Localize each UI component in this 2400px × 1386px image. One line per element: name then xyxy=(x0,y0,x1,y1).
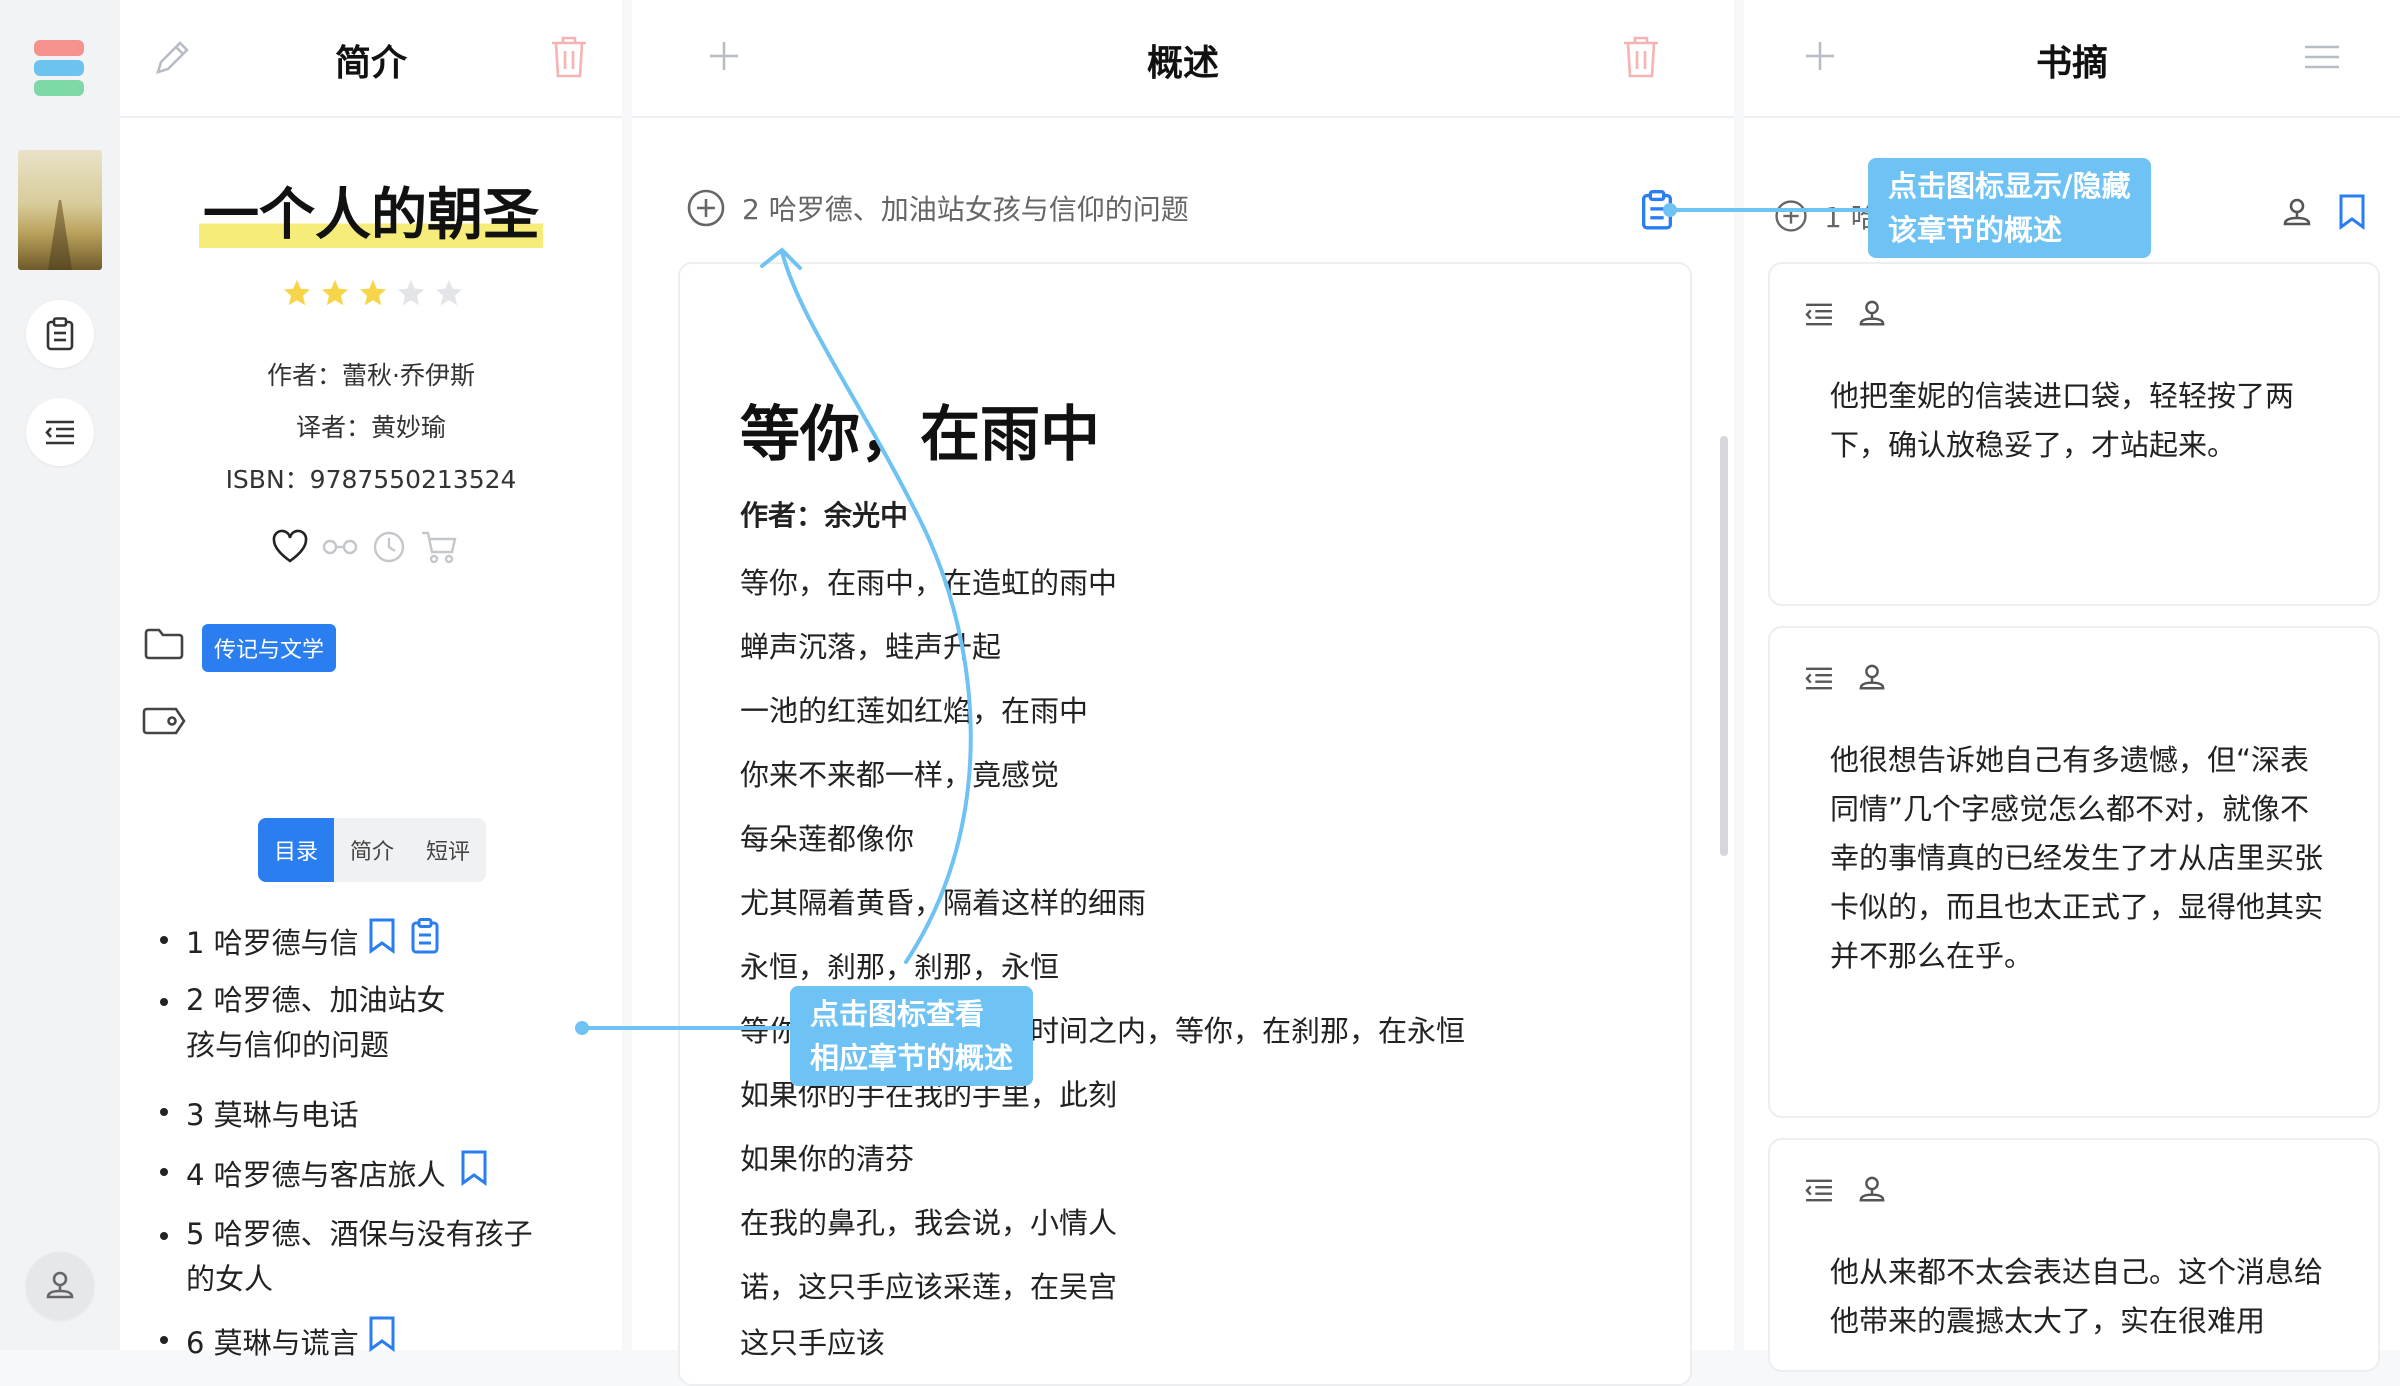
list-indent-icon[interactable] xyxy=(1804,302,1834,326)
chapter-summary-icon[interactable] xyxy=(410,918,440,954)
clock-icon[interactable] xyxy=(372,530,406,564)
trash-icon xyxy=(1624,36,1658,78)
location-filter-icon[interactable] xyxy=(2282,196,2312,230)
star-filled-icon[interactable] xyxy=(282,278,312,308)
poem-line: 在我的鼻孔，我会说，小情人 xyxy=(740,1206,1118,1240)
bookmark-icon[interactable] xyxy=(368,1316,396,1352)
label-tag-icon[interactable] xyxy=(142,706,186,736)
book-isbn: ISBN：9787550213524 xyxy=(225,465,517,494)
clipboard-icon xyxy=(46,317,74,351)
poem-line: 你来不来都一样，竟感觉 xyxy=(740,758,1060,792)
clipboard-icon xyxy=(1642,190,1672,230)
poem-line: 尤其隔着黄昏，隔着这样的细雨 xyxy=(740,886,1147,920)
list-indent-icon[interactable] xyxy=(1804,666,1834,690)
note-card[interactable]: 他从来都不太会表达自己。这个消息给他带来的震撼太大了，实在很难用 xyxy=(1768,1138,2380,1372)
toc-item-3[interactable]: 3 莫琳与电话 xyxy=(160,1092,359,1134)
note-text: 他从来都不太会表达自己。这个消息给他带来的震撼太大了，实在很难用 xyxy=(1830,1255,2324,1338)
toc-item-6[interactable]: 6 莫琳与谎言 xyxy=(160,1320,359,1362)
toc-item-5[interactable]: 5 哈罗德、酒保与没有孩子的女人 xyxy=(160,1212,540,1302)
poem-title: 等你，在雨中 xyxy=(740,400,1100,470)
star-filled-icon[interactable] xyxy=(320,278,350,308)
poem-line: 这只手应该 xyxy=(740,1326,886,1360)
book-actions xyxy=(272,529,458,564)
book-cover-thumbnail[interactable] xyxy=(18,150,102,270)
poem-line: 如果你的清芬 xyxy=(740,1142,915,1176)
summary-panel-header: 概述 xyxy=(632,0,1734,118)
menu-icon xyxy=(2305,45,2339,69)
add-circle-icon xyxy=(1775,200,1807,232)
category-tag[interactable]: 传记与文学 xyxy=(202,624,337,672)
bookmark-filter-icon[interactable] xyxy=(2338,194,2366,230)
bookmark-icon[interactable] xyxy=(368,918,396,954)
intro-panel-header: 简介 xyxy=(120,0,622,118)
poem-line: 每朵莲都像你 xyxy=(740,822,915,856)
poem-line: 永恒，刹那，刹那，永恒 xyxy=(740,950,1060,984)
tab-toc[interactable]: 目录 xyxy=(258,818,335,882)
poem-author: 作者：余光中 xyxy=(740,499,909,532)
book-author: 作者：蕾秋·乔伊斯 xyxy=(267,361,475,390)
summary-scrollbar[interactable] xyxy=(1720,436,1728,856)
location-pin-icon[interactable] xyxy=(1858,1174,1886,1206)
rating-stars[interactable] xyxy=(282,278,464,308)
notes-menu-button[interactable] xyxy=(2304,44,2340,70)
note-text: 他很想告诉她自己有多遗憾，但“深表同情”几个字感觉怎么都不对，就像不幸的事情真的… xyxy=(1830,743,2324,973)
location-pin-icon[interactable] xyxy=(1858,298,1886,330)
toc-item-1[interactable]: 1 哈罗德与信 xyxy=(160,920,359,962)
app-sidebar xyxy=(0,0,120,1350)
delete-summary-button[interactable] xyxy=(1622,36,1660,78)
summary-nav-button[interactable] xyxy=(26,300,94,368)
tab-reviews[interactable]: 短评 xyxy=(410,818,486,882)
intro-panel-title: 简介 xyxy=(334,43,407,84)
poem-line: 诺，这只手应该采莲，在吴宫 xyxy=(740,1270,1118,1304)
add-circle-icon xyxy=(687,189,725,227)
star-filled-icon[interactable] xyxy=(358,278,388,308)
star-empty-icon[interactable] xyxy=(434,278,464,308)
app-logo-icon xyxy=(34,40,84,106)
poem-line: 等你，在雨中，在造虹的雨中 xyxy=(740,566,1118,600)
heart-icon[interactable] xyxy=(272,529,308,563)
toc-item-4[interactable]: 4 哈罗德与客店旅人 xyxy=(160,1152,446,1194)
star-empty-icon[interactable] xyxy=(396,278,426,308)
note-text: 他把奎妮的信装进口袋，轻轻按了两下，确认放稳妥了，才站起来。 xyxy=(1830,379,2295,462)
notes-panel-header: 书摘 xyxy=(1744,0,2400,118)
list-indent-icon[interactable] xyxy=(1804,1178,1834,1202)
bookmark-icon[interactable] xyxy=(460,1150,488,1186)
user-account-button[interactable] xyxy=(26,1252,94,1320)
summary-panel-title: 概述 xyxy=(1146,43,1219,84)
delete-book-button[interactable] xyxy=(550,36,588,78)
glasses-icon[interactable] xyxy=(322,537,358,557)
folder-icon[interactable] xyxy=(144,628,184,660)
book-translator: 译者：黄妙瑜 xyxy=(295,413,446,442)
summary-chapter-header[interactable]: 2 哈罗德、加油站女孩与信仰的问题 xyxy=(686,188,1189,228)
note-card[interactable]: 他把奎妮的信装进口袋，轻轻按了两下，确认放稳妥了，才站起来。 xyxy=(1768,262,2380,606)
note-card[interactable]: 他很想告诉她自己有多遗憾，但“深表同情”几个字感觉怎么都不对，就像不幸的事情真的… xyxy=(1768,626,2380,1118)
tooltip-view-summary: 点击图标查看 相应章节的概述 xyxy=(790,986,1034,1086)
tab-intro[interactable]: 简介 xyxy=(334,818,410,882)
poem-line: 蝉声沉落，蛙声升起 xyxy=(740,630,1002,664)
intro-tabs: 目录 简介 短评 xyxy=(258,818,487,882)
toggle-summary-button[interactable] xyxy=(1640,190,1674,230)
toc-item-2[interactable]: 2 哈罗德、加油站女孩与信仰的问题 xyxy=(160,978,460,1068)
tooltip-toggle-summary: 点击图标显示/隐藏 该章节的概述 xyxy=(1868,158,2151,258)
user-pin-icon xyxy=(46,1271,74,1299)
notes-nav-button[interactable] xyxy=(26,398,94,466)
trash-icon xyxy=(552,36,586,78)
notes-panel-title: 书摘 xyxy=(2035,43,2108,84)
poem-line: 一池的红莲如红焰，在雨中 xyxy=(740,694,1089,728)
location-pin-icon[interactable] xyxy=(1858,662,1886,694)
summary-chapter-label: 2 哈罗德、加油站女孩与信仰的问题 xyxy=(742,193,1189,226)
cart-icon[interactable] xyxy=(420,530,458,564)
book-title: 一个人的朝圣 xyxy=(120,170,622,251)
intro-panel: 简介 一个人的朝圣 作者：蕾秋·乔伊斯 译者：黄妙瑜 ISBN：97875502… xyxy=(120,0,722,1360)
list-indent-icon xyxy=(45,420,74,445)
